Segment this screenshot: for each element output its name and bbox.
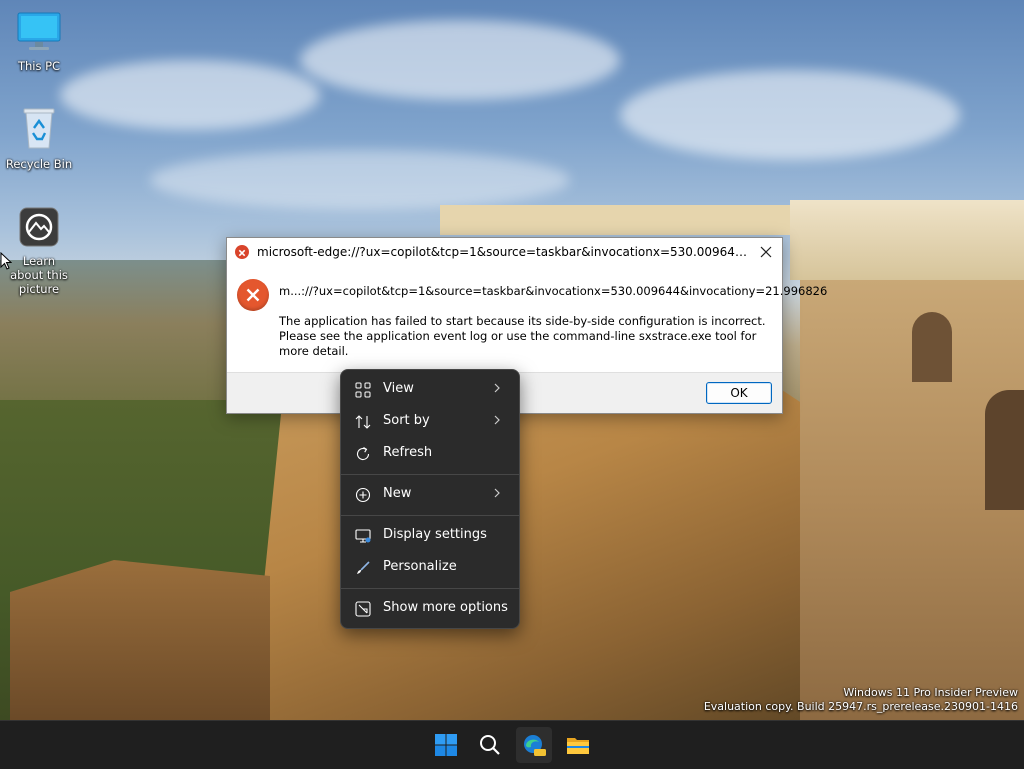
close-icon bbox=[760, 246, 772, 258]
menu-item-new[interactable]: New bbox=[345, 480, 515, 510]
menu-item-label: Personalize bbox=[383, 559, 457, 574]
town-buildings bbox=[440, 205, 800, 235]
search-icon bbox=[480, 735, 500, 755]
error-message: The application has failed to start beca… bbox=[279, 314, 766, 358]
menu-item-label: New bbox=[383, 486, 412, 501]
error-icon bbox=[235, 245, 249, 259]
menu-item-show-more-options[interactable]: Show more options bbox=[345, 594, 515, 624]
menu-item-label: Refresh bbox=[383, 445, 433, 460]
cloud bbox=[60, 60, 320, 130]
folder-icon bbox=[567, 738, 589, 754]
build-watermark: Windows 11 Pro Insider Preview Evaluatio… bbox=[704, 686, 1018, 714]
edge-pre-button[interactable] bbox=[516, 727, 552, 763]
desktop-icon-this-pc[interactable]: This PC bbox=[3, 12, 75, 73]
cliff-left bbox=[10, 560, 270, 720]
desktop-context-menu: View Sort by Refresh New Display setting… bbox=[340, 369, 520, 629]
monitor-icon bbox=[3, 12, 75, 55]
edge-pre-icon bbox=[524, 735, 546, 756]
recycle-bin-icon bbox=[3, 106, 75, 153]
chevron-right-icon bbox=[494, 383, 500, 393]
mouse-cursor-icon bbox=[0, 252, 12, 270]
chevron-right-icon bbox=[494, 415, 500, 425]
cloud bbox=[150, 150, 570, 210]
bridge-arch bbox=[912, 312, 952, 382]
cloud bbox=[620, 70, 960, 160]
menu-item-label: View bbox=[383, 381, 414, 396]
dialog-title: microsoft-edge://?ux=copilot&tcp=1&sourc… bbox=[257, 245, 751, 259]
refresh-icon bbox=[356, 447, 370, 460]
desktop-icon-recycle-bin[interactable]: Recycle Bin bbox=[3, 106, 75, 171]
menu-item-sort-by[interactable]: Sort by bbox=[345, 407, 515, 437]
menu-separator bbox=[341, 474, 519, 475]
town-buildings-right bbox=[790, 200, 1024, 280]
camera-icon bbox=[3, 207, 75, 250]
menu-item-label: Display settings bbox=[383, 527, 487, 542]
taskbar bbox=[0, 720, 1024, 769]
menu-item-personalize[interactable]: Personalize bbox=[345, 553, 515, 583]
start-button[interactable] bbox=[428, 727, 464, 763]
monitor-icon bbox=[355, 529, 371, 543]
error-path: m...://?ux=copilot&tcp=1&source=taskbar&… bbox=[279, 284, 828, 298]
menu-separator bbox=[341, 588, 519, 589]
plus-circle-icon bbox=[355, 487, 371, 503]
file-explorer-button[interactable] bbox=[560, 727, 596, 763]
desktop-icon-label: Recycle Bin bbox=[5, 157, 73, 171]
grid-icon bbox=[355, 382, 371, 398]
menu-item-view[interactable]: View bbox=[345, 375, 515, 405]
desktop-icon-label: Learn about this picture bbox=[10, 254, 68, 296]
menu-item-label: Show more options bbox=[383, 600, 508, 615]
sort-icon bbox=[355, 415, 371, 429]
close-button[interactable] bbox=[756, 242, 776, 262]
search-button[interactable] bbox=[472, 727, 508, 763]
dialog-titlebar[interactable]: microsoft-edge://?ux=copilot&tcp=1&sourc… bbox=[227, 238, 782, 266]
bridge-arch bbox=[985, 390, 1024, 510]
chevron-right-icon bbox=[494, 488, 500, 498]
menu-separator bbox=[341, 515, 519, 516]
windows-logo-icon bbox=[435, 734, 457, 756]
cloud bbox=[300, 20, 620, 100]
desktop-icon-learn-about-this-picture[interactable]: Learn about this picture bbox=[3, 207, 75, 296]
desktop-icon-label: This PC bbox=[17, 59, 61, 73]
error-icon bbox=[237, 279, 269, 311]
menu-item-label: Sort by bbox=[383, 413, 430, 428]
menu-item-refresh[interactable]: Refresh bbox=[345, 439, 515, 469]
brush-icon bbox=[357, 561, 370, 574]
watermark-line-2: Evaluation copy. Build 25947.rs_prerelea… bbox=[703, 700, 1018, 713]
watermark-line-1: Windows 11 Pro Insider Preview bbox=[843, 686, 1018, 699]
menu-item-display-settings[interactable]: Display settings bbox=[345, 521, 515, 551]
ok-button[interactable]: OK bbox=[706, 382, 772, 404]
more-options-icon bbox=[355, 601, 371, 617]
